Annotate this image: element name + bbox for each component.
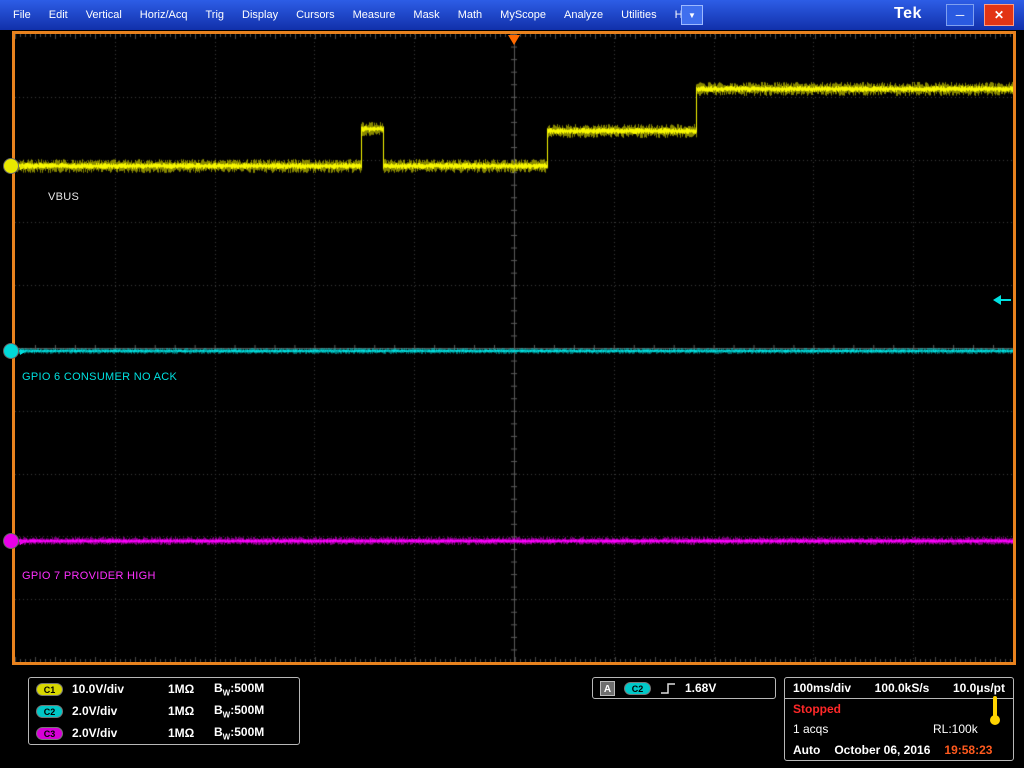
graticule-frame: VBUS GPIO 6 CONSUMER NO ACK GPIO 7 PROVI…	[12, 31, 1016, 665]
ch2-position-marker[interactable]: 2	[3, 343, 19, 359]
menu-display[interactable]: Display	[233, 4, 287, 26]
menu-vertical[interactable]: Vertical	[77, 4, 131, 26]
trigger-readout-box[interactable]: A C2 1.68V	[592, 677, 776, 699]
trigger-level-value: 1.68V	[685, 681, 716, 695]
acq-status: Stopped	[793, 702, 841, 716]
timebase-value: 100ms/div	[793, 681, 851, 695]
horizontal-readout-box: 100ms/div 100.0kS/s 10.0μs/pt Stopped 1 …	[784, 677, 1014, 761]
trigger-source-badge: C2	[624, 682, 651, 695]
ch2-impedance: 1MΩ	[168, 704, 214, 718]
acq-status-row: Stopped	[785, 699, 1013, 719]
ch1-scale: 10.0V/div	[72, 682, 168, 696]
ch1-badge: C1	[36, 683, 63, 696]
ch2-bandwidth: BW:500M	[214, 703, 264, 719]
ch3-badge: C3	[36, 727, 63, 740]
datetime-row: Auto October 06, 2016 19:58:23	[785, 739, 1013, 760]
menu-horiz-acq[interactable]: Horiz/Acq	[131, 4, 197, 26]
vertical-readout-box: C1 10.0V/div 1MΩ BW:500M C2 2.0V/div 1MΩ…	[28, 677, 300, 745]
menu-measure[interactable]: Measure	[344, 4, 405, 26]
ch2-waveform-label: GPIO 6 CONSUMER NO ACK	[22, 371, 177, 383]
ch1-marker-arrow-icon	[20, 164, 25, 170]
ch1-bandwidth: BW:500M	[214, 681, 264, 697]
ch2-marker-number: 2	[8, 346, 14, 357]
waveform-display[interactable]	[15, 34, 1013, 662]
ch3-readout-row[interactable]: C3 2.0V/div 1MΩ BW:500M	[29, 722, 299, 744]
date-value: October 06, 2016	[834, 743, 930, 757]
ch1-readout-row[interactable]: C1 10.0V/div 1MΩ BW:500M	[29, 678, 299, 700]
time-value: 19:58:23	[944, 743, 992, 757]
menu-dropdown-icon[interactable]: ▼	[681, 5, 703, 25]
menu-utilities[interactable]: Utilities	[612, 4, 665, 26]
menu-file[interactable]: File	[4, 4, 40, 26]
timebase-row[interactable]: 100ms/div 100.0kS/s 10.0μs/pt	[785, 678, 1013, 699]
menu-math[interactable]: Math	[449, 4, 491, 26]
menu-trig[interactable]: Trig	[196, 4, 233, 26]
ch3-marker-number: 3	[8, 536, 14, 547]
ch2-readout-row[interactable]: C2 2.0V/div 1MΩ BW:500M	[29, 700, 299, 722]
menu-analyze[interactable]: Analyze	[555, 4, 612, 26]
acq-count: 1 acqs	[793, 722, 828, 736]
ch3-position-marker[interactable]: 3	[3, 533, 19, 549]
ch3-bandwidth: BW:500M	[214, 725, 264, 741]
trigger-system-label: A	[600, 681, 615, 696]
ch3-scale: 2.0V/div	[72, 726, 168, 740]
ch3-marker-arrow-icon	[20, 539, 25, 545]
close-button[interactable]: ✕	[984, 4, 1014, 26]
menu-myscope[interactable]: MyScope	[491, 4, 555, 26]
trigger-mode: Auto	[793, 743, 820, 757]
menu-mask[interactable]: Mask	[404, 4, 448, 26]
ch2-scale: 2.0V/div	[72, 704, 168, 718]
menu-cursors[interactable]: Cursors	[287, 4, 344, 26]
rising-edge-icon	[660, 681, 676, 695]
trigger-position-marker-icon[interactable]	[508, 32, 520, 42]
point-resolution-value: 10.0μs/pt	[953, 681, 1005, 695]
ch1-position-marker[interactable]: 1	[3, 158, 19, 174]
minimize-button[interactable]: ─	[946, 4, 974, 26]
ch1-impedance: 1MΩ	[168, 682, 214, 696]
ch3-impedance: 1MΩ	[168, 726, 214, 740]
menu-edit[interactable]: Edit	[40, 4, 77, 26]
ch2-badge: C2	[36, 705, 63, 718]
ch3-waveform-label: GPIO 7 PROVIDER HIGH	[22, 570, 156, 582]
trigger-level-arrow-icon[interactable]	[993, 292, 1011, 302]
ch2-marker-arrow-icon	[20, 349, 25, 355]
record-length: RL:100k	[933, 722, 978, 736]
menu-bar: File Edit Vertical Horiz/Acq Trig Displa…	[0, 0, 1024, 30]
temperature-icon	[989, 694, 1001, 731]
ch1-marker-number: 1	[8, 161, 14, 172]
tek-logo: Tek	[894, 5, 922, 23]
acq-count-row: 1 acqs RL:100k	[785, 719, 1013, 739]
ch1-waveform-label: VBUS	[48, 191, 79, 203]
sample-rate-value: 100.0kS/s	[875, 681, 930, 695]
